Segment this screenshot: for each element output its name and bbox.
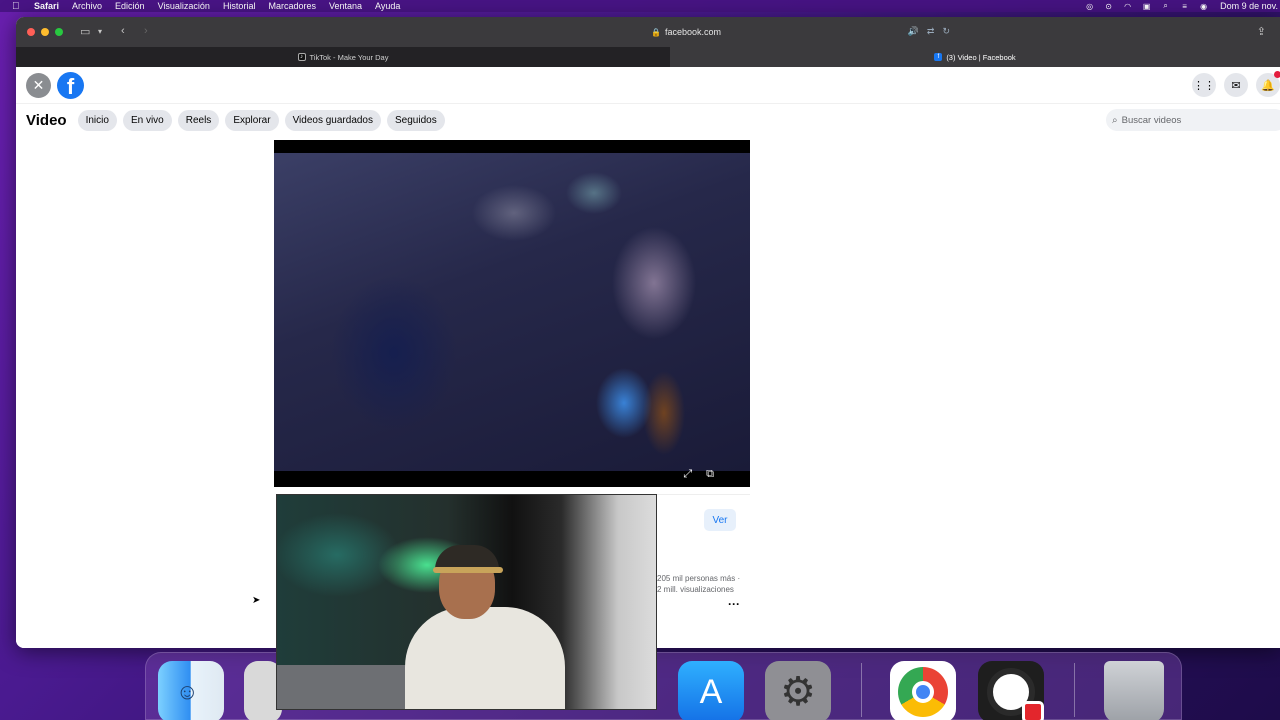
ver-button[interactable]: Ver — [704, 509, 736, 531]
notifications-bell-icon[interactable]: 🔔 — [1256, 71, 1280, 97]
speaker-icon[interactable]: 🔊 — [908, 26, 919, 37]
address-text: facebook.com — [664, 27, 721, 37]
app-store-icon[interactable]: A — [678, 661, 744, 720]
sidebar-toggle-icon[interactable]: ▭ — [80, 25, 90, 38]
controls-icon[interactable]: ≡ — [1180, 2, 1189, 11]
search-icon: ⌕ — [1112, 114, 1118, 126]
lock-icon: 🔒 — [651, 27, 661, 37]
video-frame — [274, 153, 750, 471]
fullscreen-icon[interactable]: ⤢ — [683, 468, 692, 481]
menu-edicion[interactable]: Edición — [115, 1, 145, 11]
menu-app-safari[interactable]: Safari — [34, 1, 59, 11]
menu-ventana[interactable]: Ventana — [329, 1, 362, 11]
control-center-icon[interactable]: ⊙ — [1104, 2, 1113, 11]
apple-menu-icon[interactable]:  — [12, 1, 26, 12]
tab-explorar[interactable]: Explorar — [225, 110, 279, 131]
video-player[interactable]: ⤢ ⧉ — [274, 140, 750, 487]
menu-archivo[interactable]: Archivo — [72, 1, 102, 11]
obs-icon[interactable] — [978, 661, 1044, 720]
macos-menubar:  Safari Archivo Edición Visualización H… — [0, 0, 1280, 12]
facebook-logo[interactable]: f — [57, 72, 84, 99]
messenger-icon[interactable]: ✉ — [1224, 73, 1248, 97]
followers-stat: 205 mil personas más · — [657, 574, 741, 583]
tab-en-vivo[interactable]: En vivo — [122, 110, 172, 131]
screen-record-icon[interactable]: ◉ — [1199, 2, 1208, 11]
views-stat: 2 mill. visualizaciones — [657, 585, 734, 594]
reload-icon[interactable]: ↻ — [942, 26, 950, 37]
tab-title: (3) Video | Facebook — [946, 52, 1016, 62]
search-placeholder: Buscar videos — [1121, 114, 1182, 126]
close-window-button[interactable] — [27, 28, 35, 36]
system-settings-icon[interactable]: ⚙ — [765, 661, 831, 720]
dock-separator — [861, 663, 862, 717]
share-icon[interactable]: ⇪ — [1257, 25, 1266, 38]
picture-in-picture-icon[interactable]: ⧉ — [706, 468, 714, 481]
spotlight-search-icon[interactable]: ⌕ — [1161, 1, 1170, 11]
video-controls: ⤢ ⧉ — [683, 468, 714, 481]
menubar-status-area: ◎ ⊙ ◠ ▣ ⌕ ≡ ◉ Dom 9 de nov. — [1085, 0, 1278, 12]
keyboard-input-icon[interactable]: ▣ — [1142, 2, 1151, 11]
more-options-icon[interactable]: ··· — [728, 597, 740, 611]
menu-historial[interactable]: Historial — [223, 1, 256, 11]
webcam-person-body — [405, 607, 565, 709]
finder-icon[interactable]: ☺ — [158, 661, 224, 720]
menu-visualizacion[interactable]: Visualización — [158, 1, 210, 11]
tab-seguidos[interactable]: Seguidos — [387, 110, 445, 131]
close-icon[interactable]: ✕ — [26, 73, 51, 98]
facebook-icon: f — [934, 53, 943, 61]
facebook-topbar: ✕ f ⋮⋮ ✉ 🔔 — [16, 67, 1280, 103]
menu-ayuda[interactable]: Ayuda — [375, 1, 400, 11]
chevron-down-icon[interactable]: ▾ — [98, 27, 102, 36]
webcam-cap-brim — [433, 567, 503, 573]
back-arrow-icon[interactable]: ‹ — [121, 25, 125, 37]
webcam-desk — [277, 665, 407, 709]
fullscreen-window-button[interactable] — [55, 28, 63, 36]
address-bar-icons: 🔊 ⇄ ↻ — [908, 26, 950, 37]
divider — [656, 494, 750, 495]
search-input[interactable]: ⌕ Buscar videos — [1106, 109, 1280, 131]
address-bar[interactable]: 🔒 facebook.com 🔊 ⇄ ↻ — [406, 22, 966, 42]
menubar-clock[interactable]: Dom 9 de nov. — [1220, 1, 1278, 11]
chrome-icon[interactable] — [890, 661, 956, 720]
safari-titlebar: ▭ ▾ ‹ › 🔒 facebook.com 🔊 ⇄ ↻ ⇪ — [16, 17, 1280, 47]
minimize-window-button[interactable] — [41, 28, 49, 36]
window-controls — [27, 28, 63, 36]
mouse-cursor-icon: ➤ — [252, 595, 261, 606]
dock-separator — [1074, 663, 1075, 717]
tab-title: TikTok - Make Your Day — [309, 52, 389, 62]
tab-tiktok[interactable]: ♪ TikTok - Make Your Day — [16, 47, 670, 67]
tab-videos-guardados[interactable]: Videos guardados — [284, 110, 381, 131]
tab-reels[interactable]: Reels — [177, 110, 220, 131]
siri-icon[interactable]: ◎ — [1085, 2, 1094, 11]
tiktok-icon: ♪ — [297, 53, 306, 61]
tab-inicio[interactable]: Inicio — [77, 110, 117, 131]
trash-icon[interactable] — [1104, 661, 1164, 720]
webcam-overlay — [276, 494, 657, 710]
tab-facebook[interactable]: f (3) Video | Facebook — [670, 47, 1280, 67]
translate-icon[interactable]: ⇄ — [927, 26, 935, 37]
wifi-icon[interactable]: ◠ — [1123, 2, 1132, 11]
forward-arrow-icon[interactable]: › — [144, 25, 148, 37]
apps-grid-icon[interactable]: ⋮⋮ — [1192, 73, 1216, 97]
facebook-topbar-actions: ⋮⋮ ✉ 🔔 — [1192, 71, 1280, 97]
page-title: Video — [26, 112, 67, 129]
tab-bar: ♪ TikTok - Make Your Day f (3) Video | F… — [16, 47, 1280, 67]
video-nav: Video Inicio En vivo Reels Explorar Vide… — [16, 103, 1280, 137]
notification-badge — [1274, 71, 1280, 78]
menu-marcadores[interactable]: Marcadores — [268, 1, 316, 11]
